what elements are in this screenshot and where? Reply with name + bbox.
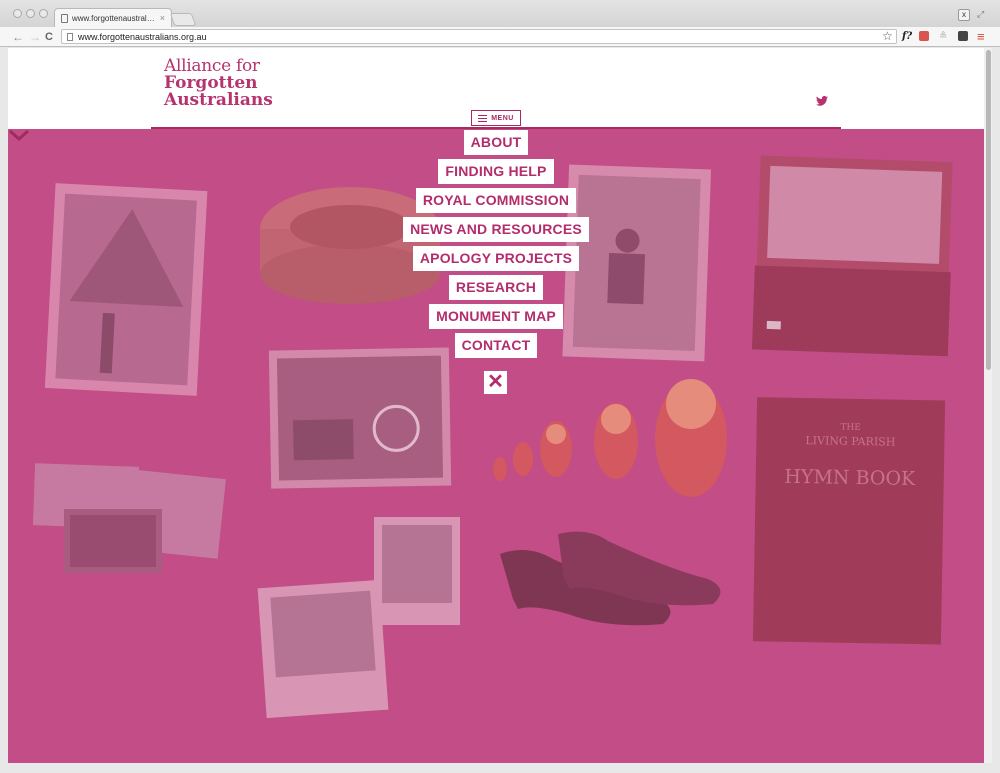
tab-strip: www.forgottenaustralians. × x ⤢ <box>0 0 1000 27</box>
new-tab-button[interactable] <box>169 13 197 26</box>
address-bar[interactable]: www.forgottenaustralians.org.au <box>61 29 897 44</box>
reload-icon[interactable]: C <box>45 30 53 44</box>
window-close-icon[interactable]: x <box>958 9 970 21</box>
menu-toggle-button[interactable]: MENU <box>471 110 521 126</box>
extension-stack-icon[interactable]: ≗ <box>939 30 947 43</box>
chrome-menu-icon[interactable]: ≡ <box>977 30 985 43</box>
browser-tab[interactable]: www.forgottenaustralians. × <box>54 8 172 27</box>
menu-item-contact[interactable]: CONTACT <box>454 333 538 358</box>
menu-item-apology-projects[interactable]: APOLOGY PROJECTS <box>412 246 580 271</box>
tab-close-icon[interactable]: × <box>160 13 165 23</box>
menu-item-research[interactable]: RESEARCH <box>448 275 544 300</box>
hymn-book-line-3: HYMN BOOK <box>784 466 916 490</box>
scrollbar-thumb[interactable] <box>986 50 991 370</box>
browser-toolbar: ← → C www.forgottenaustralians.org.au ☆ … <box>0 27 1000 47</box>
page-icon <box>67 32 73 41</box>
menu-item-about[interactable]: ABOUT <box>463 130 529 155</box>
hymn-book-line-2: LIVING PARISH <box>805 434 895 449</box>
hymn-book-line-1: THE <box>840 423 861 433</box>
bookmark-star-icon[interactable]: ☆ <box>882 30 893 43</box>
fullscreen-icon[interactable]: ⤢ <box>977 9 984 20</box>
site-logo[interactable]: Alliance for Forgotten Australians <box>164 58 273 109</box>
menu-item-finding-help[interactable]: FINDING HELP <box>438 159 554 184</box>
back-icon[interactable]: ← <box>12 30 24 44</box>
nesting-dolls <box>493 379 727 497</box>
menu-item-news-and-resources[interactable]: NEWS AND RESOURCES <box>403 217 589 242</box>
photo-stack-bottom <box>257 517 460 719</box>
menu-item-royal-commission[interactable]: ROYAL COMMISSION <box>415 188 577 213</box>
photo-stack-left <box>32 463 226 573</box>
page-scrollbar[interactable] <box>984 48 992 763</box>
photo-cart <box>268 347 452 489</box>
page-viewport: Alliance for Forgotten Australians THE L… <box>8 48 984 763</box>
menu-close-icon[interactable]: ✕ <box>484 371 507 394</box>
minimize-window-icon[interactable] <box>26 9 35 18</box>
menu-item-monument-map[interactable]: MONUMENT MAP <box>429 304 563 329</box>
close-window-icon[interactable] <box>13 9 22 18</box>
menu-label: MENU <box>491 114 514 122</box>
forward-icon[interactable]: → <box>29 30 41 44</box>
twitter-icon[interactable] <box>816 96 828 106</box>
extension-red-icon[interactable] <box>919 31 929 41</box>
extension-dark-icon[interactable] <box>958 31 968 41</box>
zoom-window-icon[interactable] <box>39 9 48 18</box>
logo-line-3: Australians <box>164 90 273 110</box>
page-icon <box>61 13 68 23</box>
url-text: www.forgottenaustralians.org.au <box>78 31 207 42</box>
extension-f-icon[interactable]: f? <box>902 30 912 43</box>
tab-title: www.forgottenaustralians. <box>72 13 156 23</box>
hymn-book: THE LIVING PARISH HYMN BOOK <box>752 397 946 645</box>
shoes <box>500 531 721 626</box>
nav-menu: ABOUT FINDING HELP ROYAL COMMISSION NEWS… <box>8 130 984 358</box>
hamburger-icon <box>478 114 488 122</box>
browser-window: www.forgottenaustralians. × x ⤢ ← → C ww… <box>0 0 1000 773</box>
